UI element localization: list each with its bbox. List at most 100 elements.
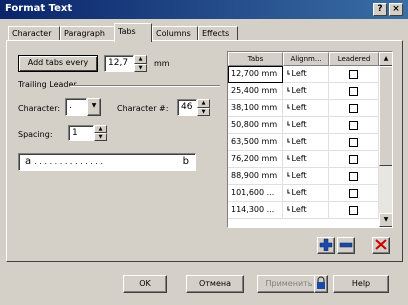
header-tabs[interactable]: Tabs	[228, 52, 283, 66]
leadered-checkbox[interactable]	[349, 104, 358, 113]
alignment-label: Left	[291, 205, 307, 214]
tab-alignment-cell[interactable]: ┗ Left	[283, 83, 329, 100]
leadered-cell	[329, 117, 379, 134]
leadered-cell	[329, 151, 379, 168]
unit-label: mm	[154, 59, 170, 68]
character-number-input[interactable]: 46	[177, 99, 197, 116]
scroll-down-icon[interactable]: ▼	[379, 213, 392, 227]
leadered-checkbox[interactable]	[349, 121, 358, 130]
tab-position-cell[interactable]: 114,300 ...	[228, 202, 283, 219]
character-number-label: Character #:	[117, 104, 169, 113]
table-row[interactable]: 63,500 mm ┗ Left	[228, 134, 379, 151]
tab-position-cell[interactable]: 101,600 ...	[228, 185, 283, 202]
spacing-input[interactable]: 1	[68, 125, 94, 141]
remove-tab-button[interactable]	[337, 237, 355, 254]
tabs-table: Tabs Alignm... Leadered 12,700 mm ┗ Left 2…	[227, 51, 393, 228]
leadered-checkbox[interactable]	[349, 87, 358, 96]
table-row[interactable]: 88,900 mm ┗ Left	[228, 168, 379, 185]
tab-position-cell[interactable]: 88,900 mm	[228, 168, 283, 185]
tab-alignment-cell[interactable]: ┗ Left	[283, 66, 329, 83]
leadered-cell	[329, 66, 379, 83]
table-row[interactable]: 114,300 ... ┗ Left	[228, 202, 379, 219]
tab-alignment-cell[interactable]: ┗ Left	[283, 117, 329, 134]
tab-paragraph[interactable]: Paragraph	[60, 26, 116, 41]
tab-position-cell[interactable]: 25,400 mm	[228, 83, 283, 100]
tab-alignment-cell[interactable]: ┗ Left	[283, 134, 329, 151]
tab-position-cell[interactable]: 76,200 mm	[228, 151, 283, 168]
tab-tabs[interactable]: Tabs	[114, 23, 152, 42]
lock-button[interactable]	[314, 275, 328, 293]
leadered-checkbox[interactable]	[349, 189, 358, 198]
preview-right-text: b	[182, 156, 189, 167]
tab-alignment-cell[interactable]: ┗ Left	[283, 185, 329, 202]
table-row[interactable]: 50,800 mm ┗ Left	[228, 117, 379, 134]
apply-button[interactable]: Применить	[257, 275, 321, 293]
group-divider	[70, 85, 220, 87]
leadered-checkbox[interactable]	[349, 138, 358, 147]
scroll-thumb[interactable]	[379, 66, 392, 166]
scroll-up-icon[interactable]: ▲	[379, 52, 392, 66]
leadered-cell	[329, 168, 379, 185]
leadered-cell	[329, 202, 379, 219]
alignment-label: Left	[291, 120, 307, 129]
tab-position-cell[interactable]: 63,500 mm	[228, 134, 283, 151]
tab-position-cell[interactable]: 12,700 mm	[228, 66, 283, 83]
tab-alignment-cell[interactable]: ┗ Left	[283, 100, 329, 117]
help-title-button[interactable]: ?	[373, 3, 387, 16]
cancel-button[interactable]: Отмена	[186, 275, 244, 293]
spin-down-icon[interactable]: ▼	[134, 63, 147, 72]
leadered-checkbox[interactable]	[349, 206, 358, 215]
leadered-checkbox[interactable]	[349, 70, 358, 79]
spin-up-icon[interactable]: ▲	[94, 125, 107, 133]
tab-position-cell[interactable]: 38,100 mm	[228, 100, 283, 117]
alignment-label: Left	[291, 86, 307, 95]
tab-alignment-cell[interactable]: ┗ Left	[283, 168, 329, 185]
plus-icon	[319, 238, 333, 252]
delete-all-tabs-button[interactable]	[372, 237, 390, 254]
leadered-checkbox[interactable]	[349, 155, 358, 164]
add-tab-button[interactable]	[317, 237, 335, 254]
leadered-cell	[329, 83, 379, 100]
table-row[interactable]: 38,100 mm ┗ Left	[228, 100, 379, 117]
tab-interval-spinner[interactable]: ▲ ▼	[134, 55, 147, 72]
delete-all-icon	[375, 239, 387, 250]
tab-character[interactable]: Character	[8, 26, 60, 41]
minus-icon	[339, 242, 353, 248]
character-dropdown-button[interactable]: ▼	[87, 98, 101, 116]
table-row[interactable]: 101,600 ... ┗ Left	[228, 185, 379, 202]
table-row[interactable]: 12,700 mm ┗ Left	[228, 66, 379, 83]
leadered-checkbox[interactable]	[349, 172, 358, 181]
alignment-label: Left	[291, 137, 307, 146]
header-leadered[interactable]: Leadered	[329, 52, 379, 66]
help-button[interactable]: Help	[333, 275, 389, 293]
table-row[interactable]: 76,200 mm ┗ Left	[228, 151, 379, 168]
window-title: Format Text	[5, 3, 73, 14]
tab-alignment-cell[interactable]: ┗ Left	[283, 151, 329, 168]
tab-position-cell[interactable]: 50,800 mm	[228, 117, 283, 134]
spin-up-icon[interactable]: ▲	[197, 99, 210, 108]
tab-columns[interactable]: Columns	[152, 26, 198, 41]
lock-icon	[317, 276, 325, 289]
ok-button[interactable]: OK	[123, 275, 167, 293]
spin-down-icon[interactable]: ▼	[94, 133, 107, 141]
leadered-cell	[329, 185, 379, 202]
close-button[interactable]: ×	[389, 3, 403, 16]
alignment-label: Left	[291, 188, 307, 197]
header-alignment[interactable]: Alignm...	[283, 52, 329, 66]
vertical-scrollbar[interactable]: ▲ ▼	[379, 52, 392, 227]
character-field[interactable]: .	[65, 98, 87, 116]
tab-effects[interactable]: Effects	[198, 26, 238, 41]
preview-left-text: a	[25, 156, 32, 167]
character-number-spinner[interactable]: ▲ ▼	[197, 99, 210, 116]
preview-leader-dots: . . . . . . . . . . . . . .	[34, 157, 103, 166]
trailing-leader-heading: Trailing Leader	[18, 80, 77, 89]
alignment-label: Left	[291, 154, 307, 163]
table-row[interactable]: 25,400 mm ┗ Left	[228, 83, 379, 100]
spin-up-icon[interactable]: ▲	[134, 55, 147, 64]
add-tabs-every-button[interactable]: Add tabs every	[18, 55, 98, 72]
tab-interval-input[interactable]: 12,7	[104, 55, 134, 72]
spin-down-icon[interactable]: ▼	[197, 107, 210, 116]
tab-alignment-cell[interactable]: ┗ Left	[283, 202, 329, 219]
spacing-spinner[interactable]: ▲ ▼	[94, 125, 107, 141]
title-bar: Format Text ? ×	[0, 0, 408, 19]
